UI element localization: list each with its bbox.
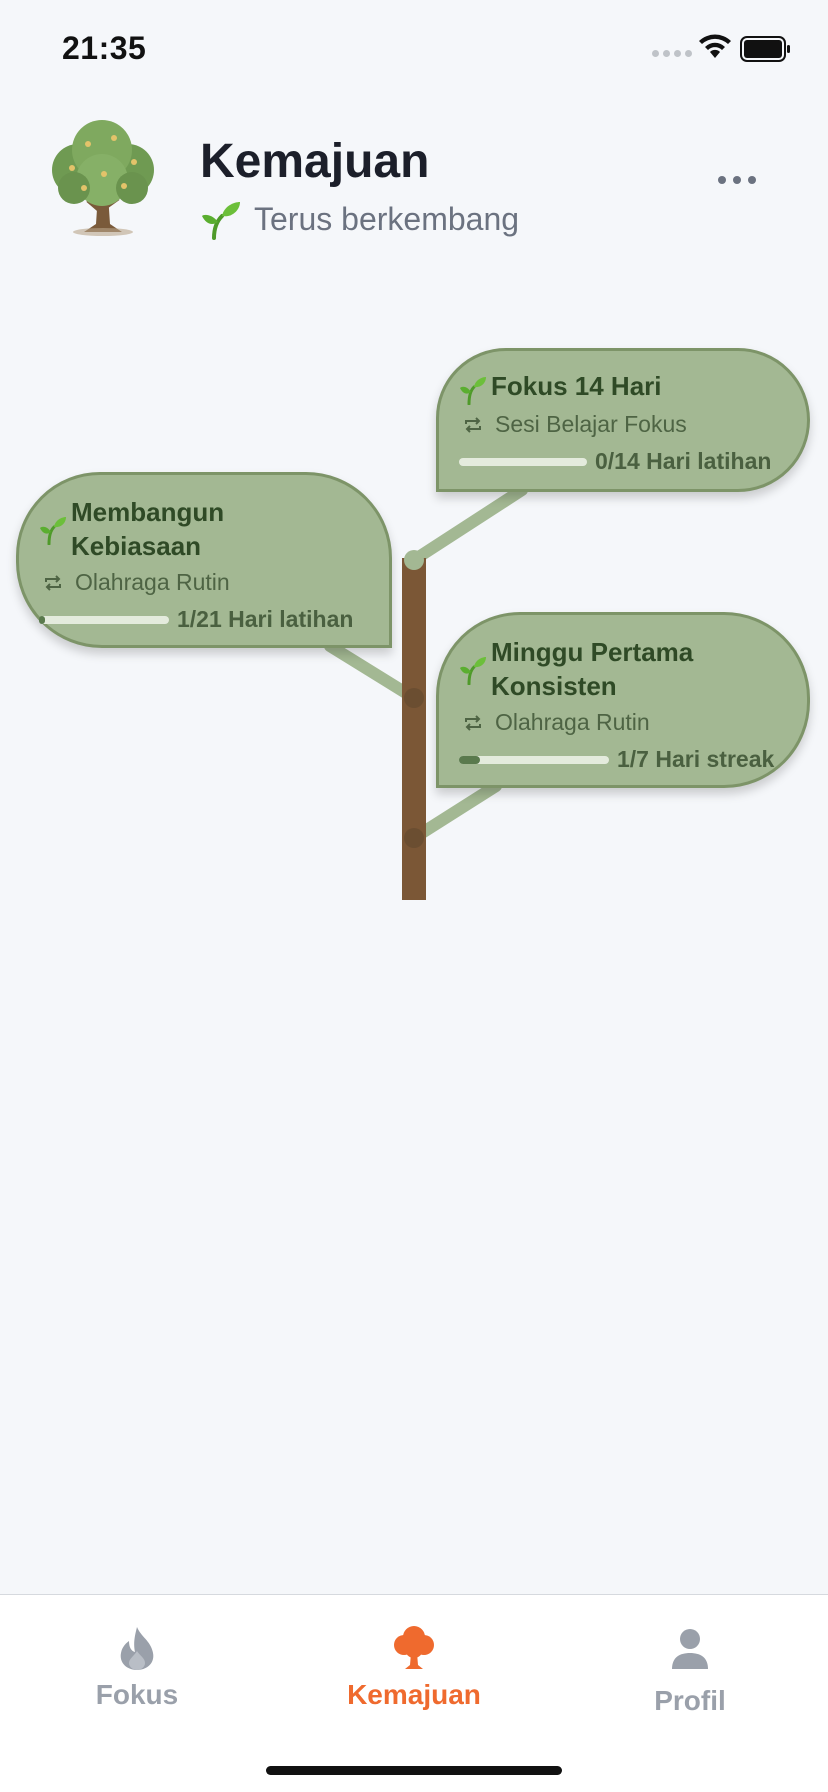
status-bar: 21:35 — [0, 0, 828, 100]
page-subtitle: Terus berkembang — [254, 200, 520, 237]
progress-bar — [459, 755, 609, 764]
page-header: Kemajuan Terus berkembang — [0, 110, 828, 250]
milestone-title: Minggu Pertama — [491, 637, 694, 667]
milestone-card[interactable]: Membangun Kebiasaan Olahraga Rutin 1/21 … — [16, 472, 392, 648]
milestone-card[interactable]: Minggu Pertama Konsisten Olahraga Rutin … — [436, 612, 810, 788]
status-time: 21:35 — [62, 30, 147, 66]
person-icon — [672, 1629, 708, 1669]
flame-icon — [120, 1627, 154, 1670]
tab-label: Fokus — [95, 1679, 179, 1710]
milestone-title-line2: Kebiasaan — [71, 531, 202, 561]
more-horizontal-icon — [718, 176, 726, 184]
tab-kemajuan[interactable]: Kemajuan — [314, 1595, 514, 1725]
sprout-icon — [460, 657, 486, 685]
milestone-habit: Olahraga Rutin — [495, 709, 650, 735]
sprout-icon — [202, 202, 240, 240]
milestone-card[interactable]: Fokus 14 Hari Sesi Belajar Fokus 0/14 Ha… — [436, 348, 810, 492]
milestone-habit: Sesi Belajar Fokus — [495, 411, 687, 437]
sprout-icon — [40, 517, 66, 545]
progress-bar — [39, 615, 169, 624]
milestone-title: Membangun — [71, 497, 225, 527]
milestone-title: Fokus 14 Hari — [491, 371, 662, 401]
milestone-habit: Olahraga Rutin — [75, 569, 230, 595]
repeat-icon — [465, 416, 481, 433]
tab-label: Profil — [654, 1685, 726, 1716]
progress-bar — [459, 457, 587, 466]
progress-tree: Fokus 14 Hari Sesi Belajar Fokus 0/14 Ha… — [0, 300, 828, 920]
page-title: Kemajuan — [200, 135, 430, 188]
progress-fill — [39, 615, 46, 624]
subtitle-row: Terus berkembang — [200, 198, 519, 240]
milestone-title-line2: Konsisten — [491, 671, 617, 701]
sprout-icon — [460, 377, 486, 405]
home-indicator — [266, 1766, 562, 1775]
tree-icon — [394, 1626, 434, 1669]
progress-label: 0/14 Hari latihan — [595, 448, 772, 474]
more-menu-button[interactable] — [718, 170, 766, 190]
bottom-tab-bar: Fokus Kemajuan Profil — [0, 1594, 828, 1792]
wifi-icon — [699, 34, 731, 58]
repeat-icon — [45, 574, 61, 591]
tab-fokus[interactable]: Fokus — [37, 1595, 237, 1725]
signal-icon — [652, 50, 692, 57]
progress-label: 1/21 Hari latihan — [177, 606, 354, 632]
tab-profil[interactable]: Profil — [590, 1595, 790, 1725]
battery-icon — [740, 36, 790, 62]
progress-label: 1/7 Hari streak — [617, 746, 775, 772]
repeat-icon — [465, 714, 481, 731]
tree-icon — [52, 120, 154, 236]
tab-label: Kemajuan — [347, 1679, 481, 1710]
progress-fill — [459, 755, 481, 764]
